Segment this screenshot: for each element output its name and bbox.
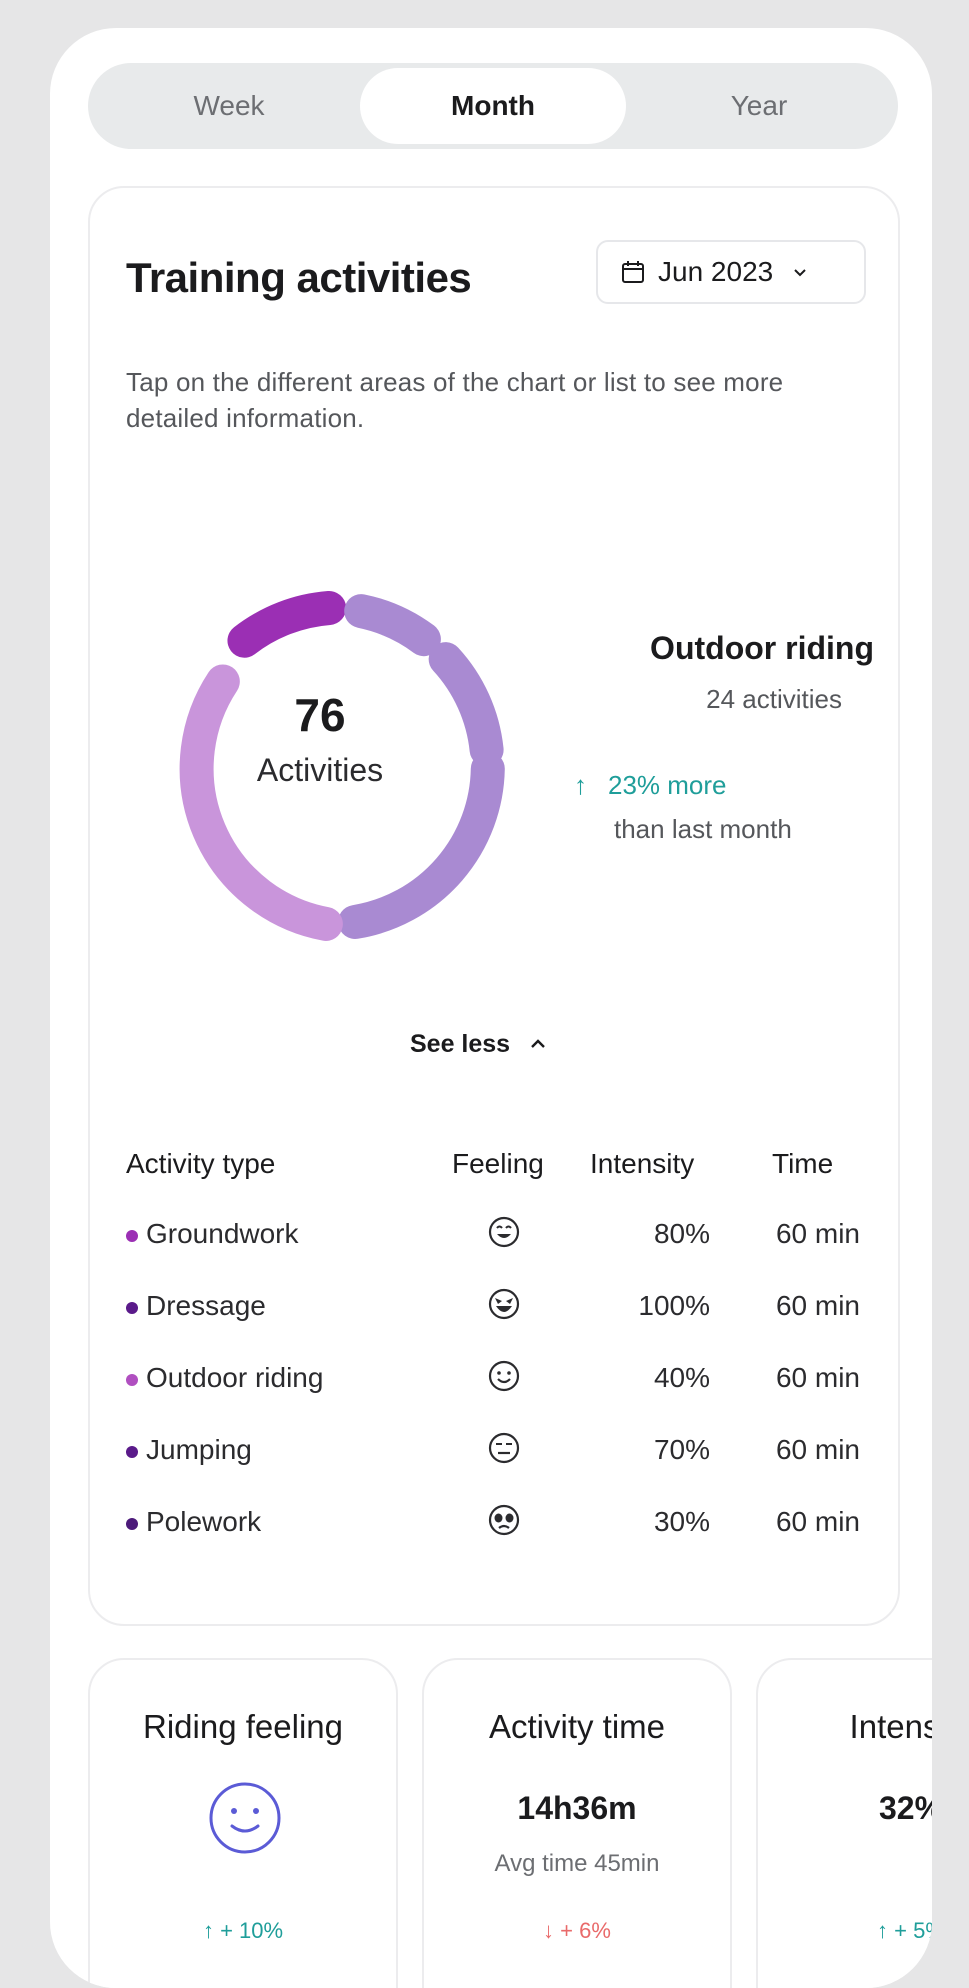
- donut-segment-groundwork[interactable]: [227, 591, 347, 658]
- arrow-down-icon: ↓: [543, 1918, 561, 1943]
- table-row[interactable]: Dressage 100% 60 min: [90, 1286, 898, 1338]
- header-intensity: Intensity: [590, 1148, 695, 1179]
- activity-color-dot: [126, 1230, 138, 1242]
- intensity-value: 32%: [878, 1790, 932, 1826]
- arrow-up-icon: ↑: [202, 1918, 221, 1943]
- selected-activity-count: 24 activities: [706, 684, 842, 714]
- tab-year[interactable]: Year: [626, 68, 892, 144]
- activity-name: Dressage: [146, 1290, 266, 1321]
- card-title: Training activities: [126, 254, 472, 301]
- intensity-trend: ↑ + 5%: [758, 1918, 932, 1944]
- activity-name: Polework: [146, 1506, 262, 1537]
- training-activities-card: Training activities Jun 2023 Tap on the …: [88, 186, 900, 1626]
- total-activities-label: Activities: [256, 752, 384, 788]
- intensity-title: Intensity: [849, 1708, 932, 1745]
- neutral-face-icon: [488, 1432, 520, 1464]
- donut-segment-jumping[interactable]: [428, 642, 504, 767]
- activity-name: Outdoor riding: [146, 1362, 324, 1393]
- smile-face-icon: [488, 1360, 520, 1392]
- arrow-up-icon: ↑: [574, 770, 587, 800]
- happy-face-icon: [488, 1216, 520, 1248]
- activity-time-trend-value: + 6%: [560, 1918, 611, 1943]
- activity-intensity: 80%: [653, 1218, 710, 1249]
- riding-feeling-title: Riding feeling: [143, 1708, 343, 1745]
- activity-color-dot: [126, 1302, 138, 1314]
- intensity-trend-value: + 5%: [894, 1918, 932, 1943]
- activity-time-value: 14h36m: [517, 1790, 637, 1826]
- activity-time: 60 min: [775, 1506, 860, 1537]
- activity-color-dot: [126, 1446, 138, 1458]
- see-less-button[interactable]: See less: [410, 1024, 548, 1064]
- table-row[interactable]: Jumping 70% 60 min: [90, 1430, 898, 1482]
- card-description: Tap on the different areas of the chart …: [126, 367, 784, 433]
- see-less-label: See less: [410, 1029, 511, 1058]
- activity-time: 60 min: [775, 1290, 860, 1321]
- total-activities-count: 76: [294, 689, 346, 741]
- header-activity-type: Activity type: [126, 1148, 276, 1179]
- very-happy-face-icon: [488, 1288, 520, 1320]
- donut-segment-polework[interactable]: [338, 751, 505, 939]
- activity-time: 60 min: [775, 1362, 860, 1393]
- activity-time-trend: ↓ + 6%: [424, 1918, 730, 1944]
- trend-text: 23% more: [608, 770, 727, 800]
- table-row[interactable]: Groundwork 80% 60 min: [90, 1214, 898, 1266]
- month-picker-value: Jun 2023: [658, 256, 774, 287]
- tab-week[interactable]: Week: [96, 68, 362, 144]
- riding-feeling-trend-value: + 10%: [220, 1918, 284, 1943]
- calendar-icon: [622, 261, 644, 283]
- activity-intensity: 30%: [653, 1506, 710, 1537]
- activity-time: 60 min: [775, 1434, 860, 1465]
- chevron-up-icon: [531, 1039, 545, 1048]
- activity-color-dot: [126, 1518, 138, 1530]
- activity-time-title: Activity time: [488, 1708, 666, 1745]
- month-picker[interactable]: Jun 2023: [596, 240, 866, 304]
- donut-center-label: 76 Activities: [190, 688, 450, 789]
- table-row[interactable]: Outdoor riding 40% 60 min: [90, 1358, 898, 1410]
- activity-intensity: 100%: [638, 1290, 710, 1321]
- selected-activity-trend: ↑ 23% more: [574, 770, 727, 801]
- activity-color-dot: [126, 1374, 138, 1386]
- riding-feeling-card[interactable]: Riding feeling ↑ + 10%: [88, 1658, 398, 1988]
- activity-name: Jumping: [146, 1434, 252, 1465]
- phone-screen: Week Month Year Training activities Jun …: [50, 28, 932, 1988]
- activity-intensity: 70%: [653, 1434, 710, 1465]
- avg-time-label: Avg time 45min: [494, 1850, 660, 1877]
- sad-face-icon: [488, 1504, 520, 1536]
- chevron-down-icon: [794, 269, 806, 277]
- table-row[interactable]: Polework 30% 60 min: [90, 1502, 898, 1554]
- activity-time: 60 min: [775, 1218, 860, 1249]
- trend-comparison: than last month: [614, 814, 792, 844]
- period-segmented-control: Week Month Year: [88, 63, 898, 149]
- activity-name: Groundwork: [146, 1218, 299, 1249]
- header-time: Time: [772, 1148, 834, 1179]
- riding-feeling-trend: ↑ + 10%: [90, 1918, 396, 1944]
- smile-icon: [209, 1782, 281, 1854]
- activity-intensity: 40%: [653, 1362, 710, 1393]
- activity-time-card[interactable]: Activity time 14h36m Avg time 45min ↓ + …: [422, 1658, 732, 1988]
- arrow-up-icon: ↑: [877, 1918, 895, 1943]
- tab-month[interactable]: Month: [360, 68, 626, 144]
- selected-activity-name: Outdoor riding: [650, 630, 874, 666]
- intensity-card[interactable]: Intensity 32% ↑ + 5%: [756, 1658, 932, 1988]
- donut-segment-dressage[interactable]: [344, 594, 441, 657]
- header-feeling: Feeling: [452, 1148, 544, 1179]
